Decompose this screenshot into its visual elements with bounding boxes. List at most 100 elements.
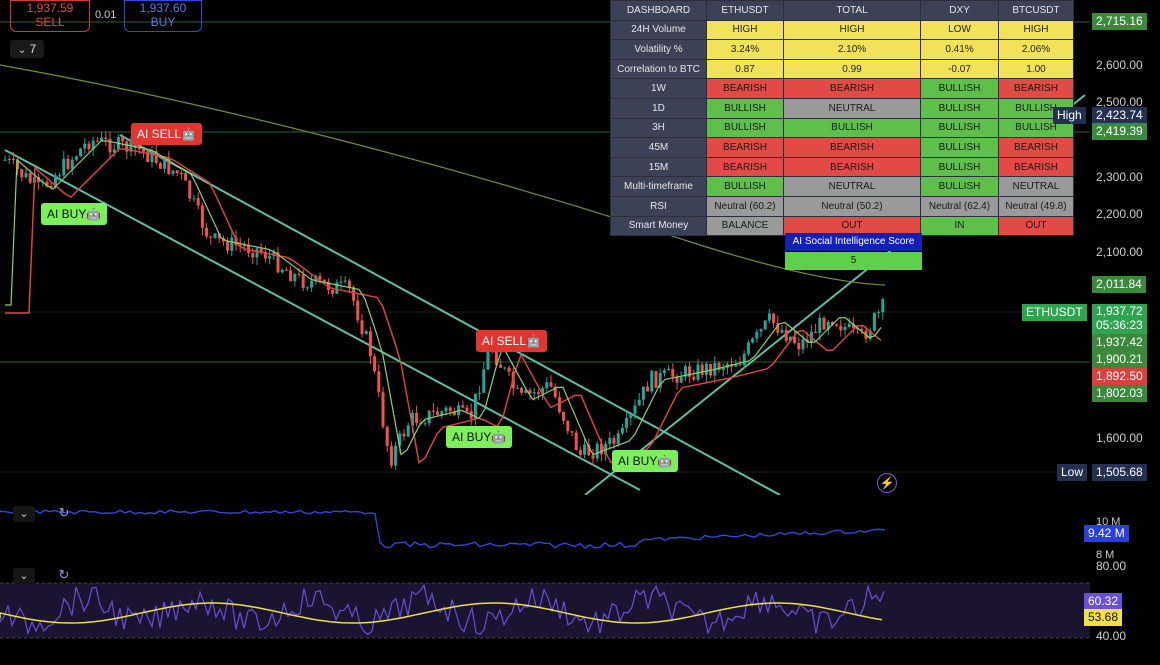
candle-body xyxy=(671,368,675,377)
ai-buy-signal[interactable]: AI BUY🤖 xyxy=(41,203,108,225)
candle-body xyxy=(759,329,763,332)
candle-body xyxy=(473,393,477,419)
candle-body xyxy=(79,148,83,157)
candle-body xyxy=(58,175,62,177)
ai-sell-signal[interactable]: AI SELL🤖 xyxy=(131,123,202,145)
candle-body xyxy=(310,280,314,288)
sell-price: 1,937.59 xyxy=(26,1,74,15)
candle-body xyxy=(612,437,616,444)
price-tick: 2,200.00 xyxy=(1096,207,1143,221)
candle-body xyxy=(801,339,805,350)
dashboard-row-label: Volatility % xyxy=(610,39,707,60)
candle-body xyxy=(226,241,230,251)
lightning-icon[interactable]: ⚡ xyxy=(877,473,897,493)
candle-body xyxy=(356,300,360,321)
candle-body xyxy=(381,392,385,427)
ai-buy-signal[interactable]: AI BUY🤖 xyxy=(446,426,513,448)
candle-body xyxy=(797,342,801,350)
buy-label: BUY xyxy=(150,15,176,29)
candle-body xyxy=(406,425,410,437)
candle-body xyxy=(251,252,255,258)
rsi-pane[interactable] xyxy=(0,563,1090,665)
candle-body xyxy=(738,364,742,366)
buy-price: 1,937.60 xyxy=(139,1,187,15)
sell-button[interactable]: 1,937.59 SELL xyxy=(10,0,90,32)
candle-body xyxy=(171,170,175,174)
buy-button[interactable]: 1,937.60 BUY xyxy=(124,0,202,32)
candle-body xyxy=(74,156,78,160)
candle-body xyxy=(121,137,125,142)
low-tag: Low xyxy=(1057,464,1088,481)
candle-body xyxy=(835,324,839,326)
candle-body xyxy=(751,338,755,343)
rsi-tick: 40.00 xyxy=(1096,629,1127,643)
candle-body xyxy=(280,269,284,273)
candle-body xyxy=(301,274,305,288)
candle-body xyxy=(83,143,87,149)
rsi-signal-label: 53.68 xyxy=(1084,609,1123,626)
price-label-1937: 1,937.42 xyxy=(1092,334,1147,351)
dashboard-cell: BEARISH xyxy=(706,78,784,99)
candle-body xyxy=(255,248,259,258)
candle-body xyxy=(213,233,217,238)
candle-body xyxy=(616,433,620,444)
candle-body xyxy=(679,376,683,383)
candle-body xyxy=(482,369,486,393)
candle-body xyxy=(3,159,7,161)
candle-body xyxy=(373,356,377,372)
dashboard-cell: BULLISH xyxy=(920,78,999,99)
price-label-2715: 2,715.16 xyxy=(1092,13,1147,30)
refresh-icon[interactable]: ↻ xyxy=(56,505,72,521)
dashboard-cell: BULLISH xyxy=(783,117,921,139)
candle-body xyxy=(339,281,343,283)
dashboard-row-label: 15M xyxy=(610,156,707,178)
dashboard-cell: BULLISH xyxy=(706,97,784,119)
candle-body xyxy=(780,330,784,333)
candle-body xyxy=(289,270,293,282)
candle-body xyxy=(532,392,536,394)
candle-body xyxy=(70,159,74,169)
candle-body xyxy=(368,331,372,357)
candle-body xyxy=(104,137,108,140)
candle-body xyxy=(436,411,440,416)
candle-body xyxy=(142,149,146,152)
candle-body xyxy=(591,455,595,459)
candle-body xyxy=(641,386,645,400)
volume-pane[interactable] xyxy=(0,498,1090,558)
candle-body xyxy=(633,405,637,414)
rsi-collapse-button[interactable]: ⌄ xyxy=(13,568,35,584)
candle-body xyxy=(448,407,452,412)
dashboard-cell: NEUTRAL xyxy=(998,176,1074,197)
candle-body xyxy=(881,299,885,313)
dashboard-cell: Neutral (50.2) xyxy=(783,195,921,217)
candle-body xyxy=(767,313,771,321)
candle-body xyxy=(520,387,524,393)
dashboard-cell: BEARISH xyxy=(783,156,921,178)
dashboard-cell: 3.24% xyxy=(706,39,784,60)
dashboard-row-label: Correlation to BTC xyxy=(610,58,707,80)
col-header-dxy: DXY xyxy=(920,0,999,21)
ai-buy-signal[interactable]: AI BUY🤖 xyxy=(612,450,679,472)
candle-body xyxy=(646,386,650,392)
candle-body xyxy=(28,173,32,183)
candle-body xyxy=(574,432,578,451)
candle-body xyxy=(389,446,393,466)
indicator-count-toggle[interactable]: ⌄ 7 xyxy=(10,40,44,58)
candle-body xyxy=(625,417,629,428)
candle-body xyxy=(654,370,658,388)
ai-sell-signal[interactable]: AI SELL🤖 xyxy=(476,330,547,352)
col-header-ethusdt: ETHUSDT xyxy=(706,0,784,21)
dashboard-row-label: RSI xyxy=(610,195,707,217)
candle-body xyxy=(209,236,213,238)
dashboard-row-label: 1W xyxy=(610,78,707,99)
dashboard-cell: OUT xyxy=(998,215,1074,237)
dashboard-cell: LOW xyxy=(920,19,999,41)
dashboard-cell: BULLISH xyxy=(920,97,999,119)
dashboard-row-label: Smart Money xyxy=(610,215,707,237)
refresh-icon[interactable]: ↻ xyxy=(56,567,72,583)
social-score-label: AI Social Intelligence Score xyxy=(785,233,922,251)
candle-body xyxy=(499,364,503,368)
candle-body xyxy=(608,437,612,444)
candle-body xyxy=(192,198,196,200)
volume-collapse-button[interactable]: ⌄ xyxy=(13,506,35,522)
